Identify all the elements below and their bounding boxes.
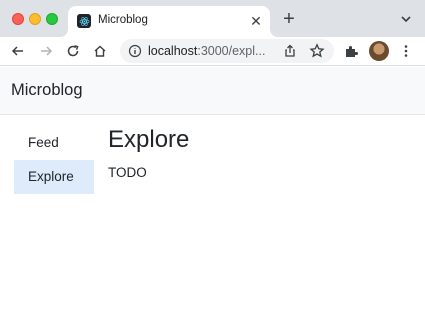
share-icon[interactable] [282, 43, 298, 59]
sidebar: Feed Explore [14, 126, 94, 194]
profile-avatar[interactable] [369, 41, 389, 61]
zoom-window-button[interactable] [46, 13, 58, 25]
address-bar[interactable]: localhost:3000/expl... [120, 39, 334, 63]
more-icon[interactable] [397, 42, 415, 60]
app-navbar: Microblog [0, 67, 425, 115]
close-tab-icon[interactable]: ✕ [248, 13, 264, 29]
tab-strip: Microblog ✕ + [0, 0, 425, 37]
browser-window: Microblog ✕ + localhost:3000/expl... Mic… [0, 0, 425, 318]
main-content: Explore TODO [108, 124, 189, 180]
page-body-text: TODO [108, 165, 147, 180]
browser-toolbar: localhost:3000/expl... [0, 37, 425, 66]
url-text[interactable]: localhost:3000/expl... [148, 44, 265, 58]
minimize-window-button[interactable] [29, 13, 41, 25]
page-title: Explore [108, 126, 190, 153]
close-window-button[interactable] [12, 13, 24, 25]
browser-tab[interactable]: Microblog ✕ [60, 6, 278, 37]
tab-title: Microblog [98, 14, 148, 26]
chevron-down-icon[interactable] [399, 12, 413, 26]
url-host: localhost [148, 44, 198, 58]
url-path: :3000/expl... [197, 44, 266, 58]
info-icon[interactable] [127, 43, 143, 59]
new-tab-icon[interactable]: + [280, 9, 298, 29]
sidebar-item-explore[interactable]: Explore [14, 160, 94, 194]
app-brand[interactable]: Microblog [11, 81, 83, 100]
home-icon[interactable] [91, 42, 109, 60]
react-icon [77, 14, 91, 28]
extensions-icon[interactable] [342, 42, 360, 60]
back-icon[interactable] [9, 42, 27, 60]
sidebar-item-feed[interactable]: Feed [14, 126, 94, 160]
star-icon[interactable] [308, 42, 326, 60]
reload-icon[interactable] [64, 42, 82, 60]
forward-icon[interactable] [37, 42, 55, 60]
